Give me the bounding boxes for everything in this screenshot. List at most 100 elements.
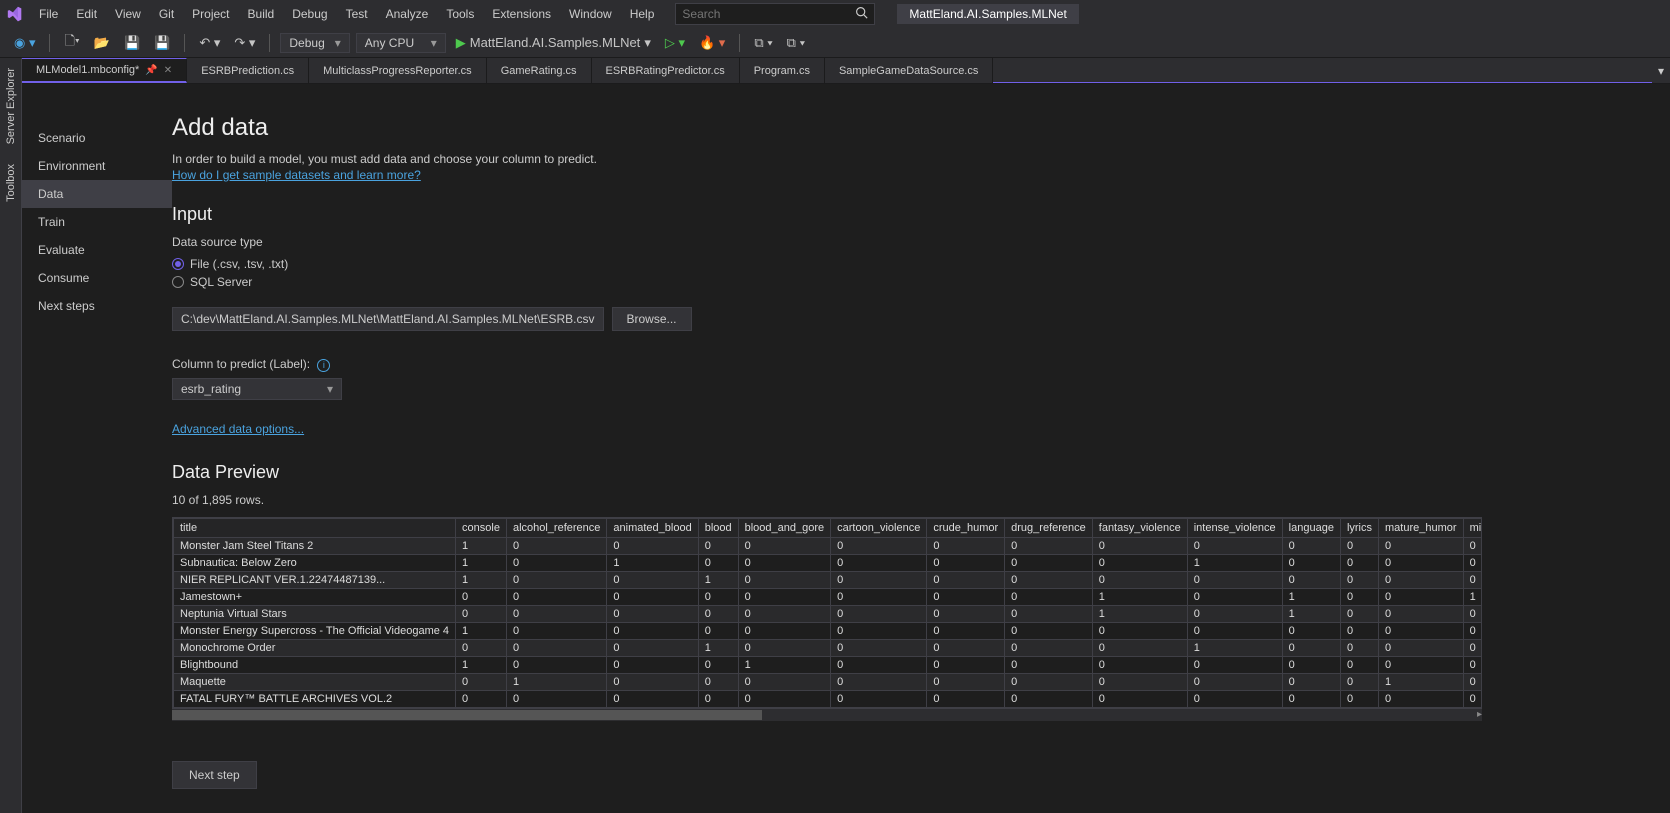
table-row: Jamestown+000000001010010	[174, 588, 1483, 605]
col-header[interactable]: intense_violence	[1187, 518, 1282, 537]
col-header[interactable]: animated_blood	[607, 518, 698, 537]
col-header[interactable]: alcohol_reference	[506, 518, 606, 537]
menu-build[interactable]: Build	[239, 3, 284, 25]
input-header: Input	[172, 204, 1670, 225]
doc-tab[interactable]: MulticlassProgressReporter.cs	[309, 58, 487, 83]
menu-items: FileEditViewGitProjectBuildDebugTestAnal…	[30, 3, 663, 25]
menu-analyze[interactable]: Analyze	[377, 3, 438, 25]
layout-icon-2[interactable]: ⧉ ▾	[783, 33, 809, 53]
radio-sql[interactable]: SQL Server	[172, 273, 1670, 291]
wizard-pane: Add data In order to build a model, you …	[172, 84, 1670, 813]
platform-combo[interactable]: Any CPU▾	[356, 33, 446, 53]
col-header[interactable]: language	[1282, 518, 1340, 537]
col-header[interactable]: mature_humor	[1379, 518, 1464, 537]
col-header[interactable]: mild_blood	[1463, 518, 1482, 537]
left-tool-rail: Server Explorer Toolbox	[0, 58, 22, 813]
col-header[interactable]: blood_and_gore	[738, 518, 831, 537]
advanced-options-link[interactable]: Advanced data options...	[172, 422, 304, 436]
file-path-display: C:\dev\MattEland.AI.Samples.MLNet\MattEl…	[172, 307, 604, 331]
doc-tab[interactable]: MLModel1.mbconfig*📌✕	[22, 58, 187, 83]
start-debug-button[interactable]: ▶MattEland.AI.Samples.MLNet ▾	[452, 33, 655, 53]
col-header[interactable]: drug_reference	[1005, 518, 1093, 537]
save-icon[interactable]: 💾	[120, 33, 144, 53]
doc-tab[interactable]: GameRating.cs	[487, 58, 592, 83]
step-consume[interactable]: Consume	[22, 264, 172, 292]
solution-name[interactable]: MattEland.AI.Samples.MLNet	[897, 4, 1078, 24]
search-icon	[855, 6, 868, 22]
table-row: Neptunia Virtual Stars000000001010000	[174, 605, 1483, 622]
undo-icon[interactable]: ↶ ▾	[195, 33, 224, 53]
menu-tools[interactable]: Tools	[437, 3, 483, 25]
doc-tab[interactable]: ESRBPrediction.cs	[187, 58, 309, 83]
radio-file[interactable]: File (.csv, .tsv, .txt)	[172, 255, 1670, 273]
tab-overflow-dropdown[interactable]: ▾	[1652, 58, 1670, 83]
data-preview-table: titleconsolealcohol_referenceanimated_bl…	[172, 517, 1482, 709]
toolbar: ◉ ▾ 🗋▾ 📂 💾 💾 ↶ ▾ ↷ ▾ Debug▾ Any CPU▾ ▶Ma…	[0, 28, 1670, 58]
editor-content: ScenarioEnvironmentDataTrainEvaluateCons…	[22, 84, 1670, 813]
table-row: Monster Jam Steel Titans 210000000000000…	[174, 537, 1483, 554]
layout-icon-1[interactable]: ⧉ ▾	[750, 33, 776, 53]
menu-edit[interactable]: Edit	[67, 3, 106, 25]
step-environment[interactable]: Environment	[22, 152, 172, 180]
table-row: FATAL FURY™ BATTLE ARCHIVES VOL.20000000…	[174, 690, 1483, 707]
doc-tab[interactable]: SampleGameDataSource.cs	[825, 58, 993, 83]
search-box[interactable]	[675, 3, 875, 25]
menu-help[interactable]: Help	[621, 3, 664, 25]
menu-extensions[interactable]: Extensions	[483, 3, 560, 25]
menu-window[interactable]: Window	[560, 3, 621, 25]
step-scenario[interactable]: Scenario	[22, 124, 172, 152]
new-item-icon[interactable]: 🗋▾	[60, 30, 83, 56]
pin-icon[interactable]: 📌	[145, 65, 157, 76]
label-column-combo[interactable]: esrb_rating▾	[172, 378, 342, 400]
col-header[interactable]: fantasy_violence	[1092, 518, 1187, 537]
toolbox-tab[interactable]: Toolbox	[3, 158, 19, 208]
doc-tab[interactable]: Program.cs	[740, 58, 825, 83]
doc-tab[interactable]: ESRBRatingPredictor.cs	[592, 58, 740, 83]
open-icon[interactable]: 📂	[90, 33, 114, 53]
vs-logo-icon	[4, 4, 24, 24]
page-title: Add data	[172, 114, 1670, 142]
start-nodebug-icon[interactable]: ▷ ▾	[661, 33, 689, 53]
hot-reload-icon[interactable]: 🔥 ▾	[695, 33, 729, 53]
browse-button[interactable]: Browse...	[612, 307, 692, 331]
menu-test[interactable]: Test	[337, 3, 377, 25]
menu-git[interactable]: Git	[150, 3, 183, 25]
server-explorer-tab[interactable]: Server Explorer	[3, 62, 19, 150]
menu-project[interactable]: Project	[183, 3, 238, 25]
save-all-icon[interactable]: 💾	[150, 33, 174, 53]
col-header[interactable]: title	[174, 518, 456, 537]
menu-bar: FileEditViewGitProjectBuildDebugTestAnal…	[0, 0, 1670, 28]
menu-debug[interactable]: Debug	[283, 3, 336, 25]
col-header[interactable]: console	[456, 518, 507, 537]
search-input[interactable]	[682, 7, 852, 21]
table-row: Monochrome Order000100000100000	[174, 639, 1483, 656]
preview-rowcount: 10 of 1,895 rows.	[172, 493, 1670, 507]
help-link[interactable]: How do I get sample datasets and learn m…	[172, 168, 421, 182]
nav-back-icon[interactable]: ◉ ▾	[10, 33, 39, 53]
horizontal-scrollbar[interactable]: ◂▸	[172, 709, 1482, 721]
table-row: Blightbound100010000000000	[174, 656, 1483, 673]
menu-file[interactable]: File	[30, 3, 67, 25]
step-data[interactable]: Data	[22, 180, 172, 208]
wizard-step-nav: ScenarioEnvironmentDataTrainEvaluateCons…	[22, 84, 172, 813]
column-label: Column to predict (Label):	[172, 357, 310, 371]
col-header[interactable]: blood	[698, 518, 738, 537]
step-train[interactable]: Train	[22, 208, 172, 236]
page-subtitle: In order to build a model, you must add …	[172, 152, 1670, 166]
redo-icon[interactable]: ↷ ▾	[230, 33, 259, 53]
menu-view[interactable]: View	[106, 3, 150, 25]
close-icon[interactable]: ✕	[164, 65, 172, 76]
table-row: NIER REPLICANT VER.1.22474487139...10010…	[174, 571, 1483, 588]
col-header[interactable]: lyrics	[1340, 518, 1378, 537]
next-step-button[interactable]: Next step	[172, 761, 257, 789]
config-combo[interactable]: Debug▾	[280, 33, 349, 53]
table-row: Subnautica: Below Zero101000000100000	[174, 554, 1483, 571]
col-header[interactable]: crude_humor	[927, 518, 1005, 537]
table-row: Monster Energy Supercross - The Official…	[174, 622, 1483, 639]
step-next-steps[interactable]: Next steps	[22, 292, 172, 320]
document-tab-strip: MLModel1.mbconfig*📌✕ESRBPrediction.csMul…	[22, 58, 1670, 84]
preview-header: Data Preview	[172, 462, 1670, 483]
step-evaluate[interactable]: Evaluate	[22, 236, 172, 264]
info-icon[interactable]: i	[317, 359, 330, 372]
col-header[interactable]: cartoon_violence	[831, 518, 927, 537]
